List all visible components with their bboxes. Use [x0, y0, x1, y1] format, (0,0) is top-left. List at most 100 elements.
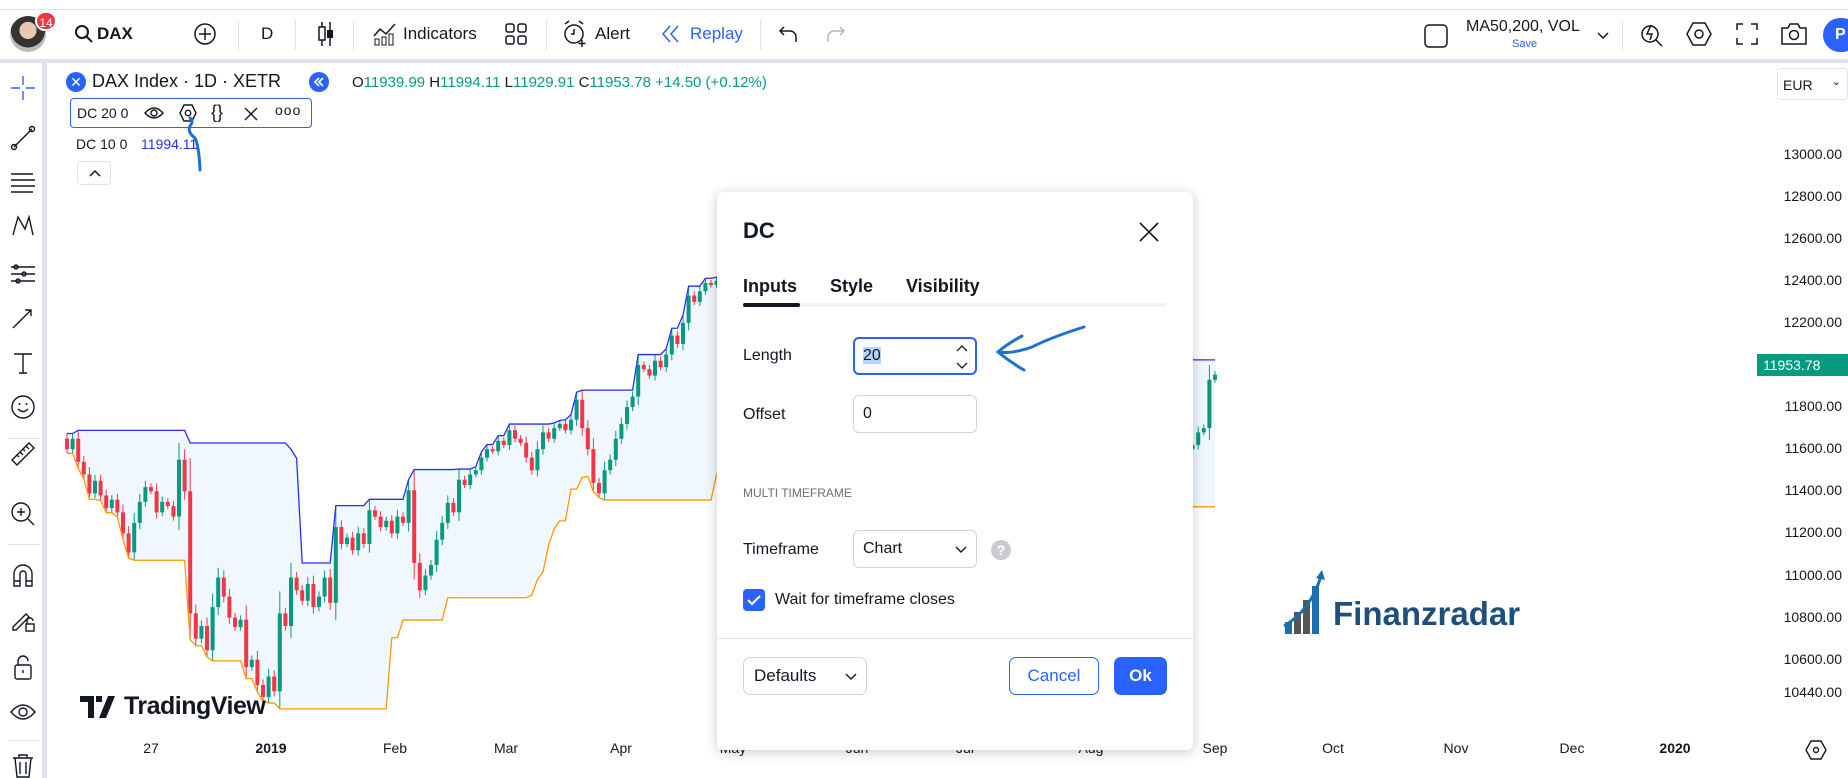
candle-body	[227, 596, 232, 618]
gann-fan-icon[interactable]	[10, 261, 36, 287]
currency-select[interactable]: EUR ⌄	[1777, 68, 1848, 100]
crosshair-icon[interactable]	[10, 75, 36, 101]
candle-body	[485, 449, 489, 458]
chevron-down-icon[interactable]	[1597, 32, 1609, 40]
layout-name[interactable]: MA50,200, VOL	[1466, 18, 1580, 36]
xabcd-pattern-icon[interactable]	[10, 213, 36, 239]
alert-button[interactable]: Alert	[595, 24, 630, 44]
candle-body	[137, 501, 142, 523]
alarm-clock-icon[interactable]	[562, 20, 588, 48]
divider	[546, 20, 547, 50]
timeframe-select[interactable]: Chart	[853, 530, 977, 568]
candle-body	[322, 577, 327, 597]
search-icon[interactable]	[74, 24, 94, 44]
defaults-dropdown[interactable]: Defaults	[743, 657, 867, 695]
candle-body	[339, 527, 344, 544]
trash-icon[interactable]	[10, 752, 36, 778]
divider	[8, 740, 40, 741]
tradingview-logo-icon	[80, 695, 115, 718]
eye-icon[interactable]	[10, 699, 36, 725]
candle-body	[401, 516, 405, 523]
camera-icon[interactable]	[1781, 23, 1807, 45]
go-to-realtime-icon[interactable]	[309, 72, 329, 92]
candle-body	[686, 295, 691, 323]
candle-body	[658, 360, 663, 368]
ruler-icon[interactable]	[10, 441, 36, 467]
tab-inputs[interactable]: Inputs	[743, 276, 797, 297]
fib-retracement-icon[interactable]	[10, 169, 36, 195]
replay-icon[interactable]	[661, 25, 681, 43]
candle-body	[345, 537, 349, 544]
ok-button[interactable]: Ok	[1114, 657, 1167, 695]
candle-body	[625, 407, 629, 424]
layouts-grid-icon[interactable]	[505, 23, 527, 45]
candle-body	[423, 575, 428, 591]
candle-body	[507, 430, 512, 445]
high-value: 11994.11	[440, 74, 501, 91]
layout-square-icon[interactable]	[1424, 24, 1448, 48]
tab-visibility[interactable]: Visibility	[906, 276, 980, 297]
candle-body	[692, 295, 697, 302]
tab-style[interactable]: Style	[830, 276, 873, 297]
candle-body	[361, 533, 366, 544]
candle-body	[210, 607, 215, 651]
offset-input[interactable]: 0	[853, 395, 977, 433]
eye-icon[interactable]	[144, 105, 164, 121]
chart-settings-icon[interactable]	[1805, 740, 1827, 760]
wait-label[interactable]: Wait for timeframe closes	[775, 591, 955, 609]
fullscreen-icon[interactable]	[1736, 23, 1758, 45]
price-tick-label: 12600.00	[1783, 229, 1842, 246]
arrow-brush-icon[interactable]	[10, 305, 36, 331]
time-tick-label: Apr	[610, 740, 632, 756]
trend-line-icon[interactable]	[10, 125, 36, 151]
compare-add-icon[interactable]	[194, 23, 216, 45]
open-label: O	[352, 74, 364, 91]
candle-body	[115, 499, 120, 513]
candle-body	[305, 583, 310, 601]
help-icon[interactable]: ?	[991, 540, 1011, 560]
lock-icon[interactable]	[10, 654, 36, 680]
undo-icon[interactable]	[778, 25, 798, 43]
tradingview-logo[interactable]: TradingView	[80, 692, 266, 721]
close-icon[interactable]	[1139, 222, 1159, 242]
candle-body	[233, 617, 237, 628]
candle-body	[552, 428, 557, 439]
collapse-legend-button[interactable]	[77, 161, 111, 185]
length-input[interactable]: 20	[853, 337, 977, 375]
candle-body	[266, 676, 271, 697]
symbol-search[interactable]: DAX	[97, 24, 133, 44]
wait-checkbox[interactable]	[743, 589, 765, 611]
lock-drawings-icon[interactable]	[10, 607, 36, 633]
candle-body	[518, 438, 523, 443]
indicators-button[interactable]: Indicators	[403, 24, 477, 44]
price-tick-label: 11400.00	[1784, 482, 1842, 499]
time-tick-label: Nov	[1443, 740, 1469, 756]
candle-body	[541, 432, 545, 450]
publish-button[interactable]: P	[1823, 18, 1848, 52]
indicator-label-dc10[interactable]: DC 10 0	[76, 136, 127, 152]
quick-search-icon[interactable]	[1639, 21, 1665, 47]
text-icon[interactable]	[10, 350, 36, 376]
top-toolbar: 14 DAX D Indicators Alert Replay MA50,20…	[0, 10, 1848, 59]
magnet-icon[interactable]	[10, 562, 36, 588]
indicators-icon[interactable]	[372, 22, 398, 46]
candle-body	[440, 522, 445, 540]
zoom-in-icon[interactable]	[10, 501, 36, 527]
layout-save-link[interactable]: Save	[1512, 38, 1537, 50]
remove-icon[interactable]	[244, 107, 258, 121]
browser-strip	[0, 0, 1848, 10]
redo-icon[interactable]	[826, 25, 846, 43]
change-value: +14.50 (+0.12%)	[655, 74, 767, 91]
replay-button[interactable]: Replay	[690, 24, 743, 44]
divider	[760, 20, 761, 50]
candles-chart-type-icon[interactable]	[316, 21, 336, 47]
active-tab-indicator	[743, 303, 800, 307]
timeframe-value: Chart	[863, 540, 903, 557]
emoji-icon[interactable]	[10, 394, 36, 420]
stepper-icon[interactable]	[956, 344, 968, 370]
candle-body	[188, 491, 193, 614]
more-icon[interactable]: ooo	[275, 102, 301, 118]
settings-icon[interactable]	[1686, 21, 1712, 47]
cancel-button[interactable]: Cancel	[1009, 657, 1099, 695]
interval-button[interactable]: D	[261, 24, 273, 44]
